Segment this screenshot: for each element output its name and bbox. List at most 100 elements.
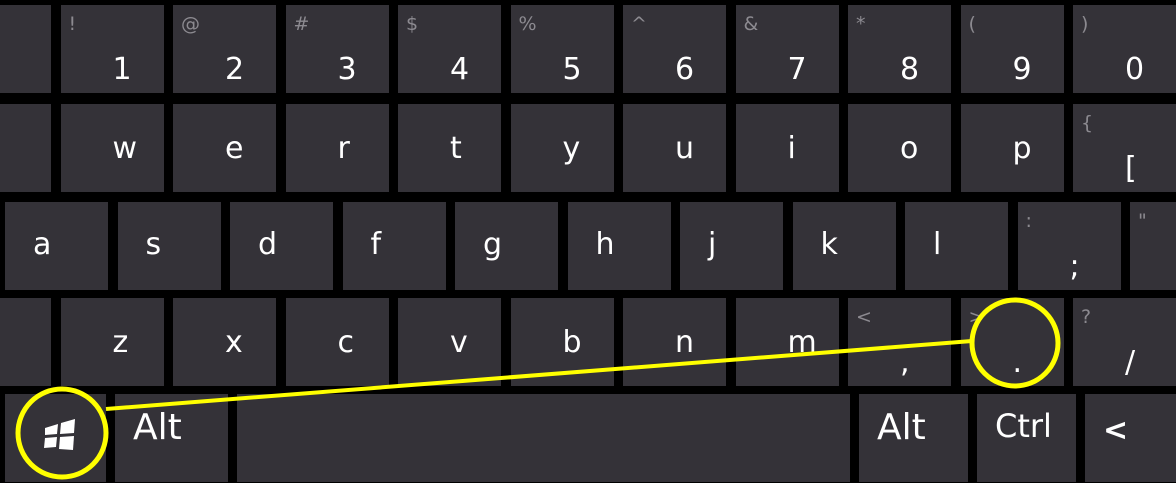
key-5[interactable]: % 5 [510,5,614,93]
key-ctrl-right[interactable]: Ctrl [977,394,1076,482]
key-edge-left-1[interactable] [0,5,51,93]
key-u[interactable]: u [623,104,726,192]
key-label: a [33,227,52,262]
key-label: / [1125,345,1136,380]
key-label: 4 [450,52,470,87]
key-label: u [675,131,695,166]
key-g[interactable]: g [455,202,558,290]
key-label: c [337,325,355,360]
key-label: b [562,325,582,360]
key-z[interactable]: z [60,298,164,386]
on-screen-keyboard: !1@2#3$4%5^6&7*8(9)0_wertyuiop{[asdfghjk… [0,0,1176,483]
key-secondary-label: " [1138,210,1147,232]
key-v[interactable]: v [398,298,501,386]
key-e[interactable]: e [173,104,276,192]
key-semicolon[interactable]: :; [1017,202,1121,290]
key-label: s [145,227,162,262]
key-label: g [483,227,503,262]
key-label: 0 [1125,52,1145,87]
key-label: d [258,227,278,262]
key-secondary-label: ) [1081,13,1089,35]
key-secondary-label: ^ [631,13,647,35]
key-label: Alt [877,407,926,448]
key-secondary-label: ? [1081,306,1092,328]
key-alt-left[interactable]: Alt [115,394,228,482]
key-label: m [787,325,817,360]
key-label: h [595,227,615,262]
key-bracket-left[interactable]: {[ [1073,104,1176,192]
key-s[interactable]: s [117,202,221,290]
key-edge-left-2[interactable] [0,104,51,192]
key-l[interactable]: l [905,202,1008,290]
key-label: , [900,345,910,380]
key-label: 6 [675,52,695,87]
key-secondary-label: # [293,13,310,35]
key-comma[interactable]: <, [848,298,951,386]
key-label: . [1012,345,1023,380]
key-o[interactable]: o [848,104,951,192]
key-c[interactable]: c [285,298,389,386]
key-x[interactable]: x [173,298,276,386]
key-label: 9 [1012,52,1032,87]
key-label: r [337,131,350,166]
key-label: 1 [112,52,132,87]
key-secondary-label: ! [68,13,77,35]
key-secondary-label: * [856,13,866,35]
key-label: o [900,131,919,166]
key-4[interactable]: $4 [398,5,501,93]
key-secondary-label: @ [181,13,200,35]
key-windows[interactable] [5,394,106,482]
key-label: 2 [225,52,245,87]
windows-logo-icon [44,419,75,450]
key-label: 7 [787,52,807,87]
key-period[interactable]: >. [960,298,1064,386]
key-f[interactable]: f [342,202,446,290]
key-n[interactable]: n [623,298,726,386]
key-3[interactable]: #3 [285,5,389,93]
key-7[interactable]: & 7 [735,5,839,93]
key-p[interactable]: p [960,104,1064,192]
key-0[interactable]: ) 0 [1073,5,1176,93]
key-r[interactable]: r [285,104,389,192]
key-j[interactable]: j [680,202,783,290]
key-secondary-label: ( [968,13,976,35]
key-2[interactable]: @2 [173,5,276,93]
key-label: < [1103,413,1129,448]
key-9[interactable]: (9 [960,5,1064,93]
key-space[interactable] [237,394,850,482]
key-h[interactable]: h [567,202,671,290]
key-label: Alt [133,407,182,448]
key-label: 5 [562,52,582,87]
key-secondary-label: { [1081,112,1094,134]
key-alt-right[interactable]: Alt [859,394,968,482]
key-arrow-left[interactable]: < [1085,394,1176,482]
key-w[interactable]: w [60,104,164,192]
key-quote[interactable]: " [1130,202,1176,290]
key-label: p [1012,131,1032,166]
key-1[interactable]: ! 1 [60,5,164,93]
key-6[interactable]: ^ 6 [623,5,726,93]
key-label: Ctrl [995,407,1052,445]
key-label: i [787,131,796,166]
key-secondary-label: & [743,13,759,35]
key-label: e [225,131,244,166]
key-label: x [225,325,243,360]
key-secondary-label: > [968,306,985,328]
key-label: z [112,325,129,360]
key-k[interactable]: k [792,202,896,290]
key-a[interactable]: a [5,202,108,290]
key-label: 8 [900,52,920,87]
key-slash[interactable]: ? / [1073,298,1176,386]
key-i[interactable]: i [735,104,839,192]
key-m[interactable]: m [735,298,839,386]
key-t[interactable]: t [398,104,501,192]
key-edge-left-4[interactable] [0,298,51,386]
key-d[interactable]: d [230,202,333,290]
key-label: 3 [337,52,357,87]
key-secondary-label: % [518,13,537,35]
key-b[interactable]: b [510,298,614,386]
key-label: l [933,227,942,262]
key-label: f [370,227,382,262]
key-8[interactable]: * 8 [848,5,951,93]
key-y[interactable]: y [510,104,614,192]
